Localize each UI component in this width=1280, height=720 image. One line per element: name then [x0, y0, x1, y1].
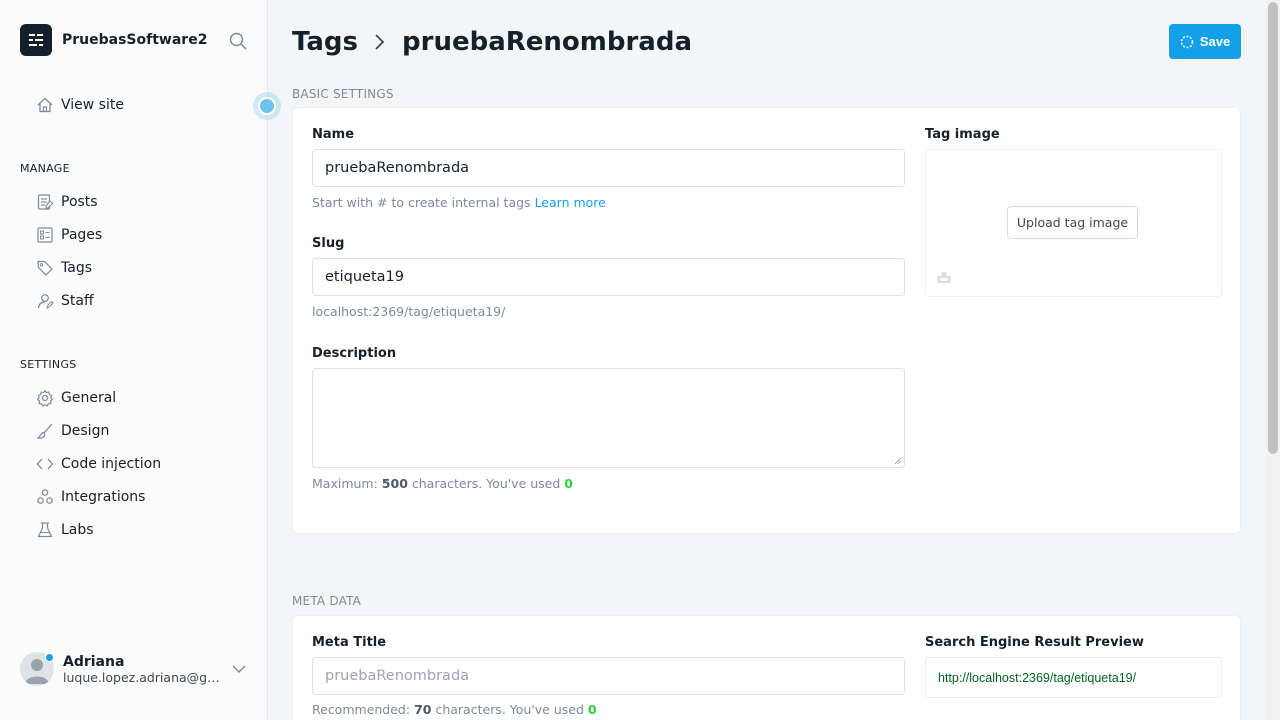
name-input[interactable]: pruebaRenombrada [312, 149, 905, 187]
meta-title-input[interactable]: pruebaRenombrada [312, 657, 905, 695]
sidebar-item-label: Labs [61, 522, 94, 538]
sidebar-item-staff[interactable]: Staff [36, 291, 94, 311]
flask-icon [37, 522, 53, 538]
serp-url: http://localhost:2369/tag/etiqueta19/ [938, 670, 1137, 685]
image-icon [937, 272, 951, 283]
description-count: 0 [564, 476, 573, 491]
description-hint: Maximum: 500 characters. You've used 0 [312, 476, 573, 491]
user-name: Adriana [63, 653, 125, 670]
slug-url: localhost:2369/tag/etiqueta19/ [312, 304, 506, 319]
home-icon [37, 97, 53, 113]
onboarding-pulse[interactable] [253, 92, 281, 120]
pages-icon [37, 227, 53, 243]
meta-title-hint: Recommended: 70 characters. You've used … [312, 702, 597, 717]
sidebar-item-integrations[interactable]: Integrations [36, 487, 145, 507]
description-textarea[interactable] [312, 368, 905, 468]
chevron-right-icon [375, 34, 385, 50]
sidebar-item-tags[interactable]: Tags [36, 258, 92, 278]
sidebar-item-code-injection[interactable]: Code injection [36, 454, 161, 474]
meta-title-label: Meta Title [312, 635, 387, 650]
notification-dot [45, 653, 54, 662]
slug-label: Slug [312, 236, 345, 251]
manage-section-label: MANAGE [20, 162, 70, 175]
scrollbar[interactable] [1266, 0, 1280, 720]
integrations-icon [37, 489, 53, 504]
tag-image-label: Tag image [925, 127, 1000, 142]
sidebar-item-label: View site [61, 97, 124, 113]
slug-input[interactable]: etiqueta19 [312, 258, 905, 296]
page-title: pruebaRenombrada [402, 27, 693, 57]
user-menu[interactable]: Adriana luque.lopez.adriana@gm... [20, 652, 252, 686]
sidebar-item-posts[interactable]: Posts [36, 192, 98, 212]
scrollbar-thumb[interactable] [1268, 2, 1278, 454]
sidebar-item-view-site[interactable]: View site [36, 95, 124, 115]
basic-settings-card: Name pruebaRenombrada Start with # to cr… [292, 107, 1241, 534]
tag-icon [37, 260, 53, 276]
name-hint: Start with # to create internal tags Lea… [312, 195, 606, 210]
upload-tag-image-button[interactable]: Upload tag image [1007, 206, 1138, 239]
sidebar-item-label: Code injection [61, 456, 162, 472]
spinner-icon [1180, 35, 1194, 48]
meta-data-card: Meta Title pruebaRenombrada Recommended:… [292, 615, 1241, 720]
breadcrumb: Tags pruebaRenombrada [292, 24, 692, 60]
sidebar-item-general[interactable]: General [36, 388, 116, 408]
sidebar-item-pages[interactable]: Pages [36, 225, 102, 245]
sidebar-item-label: Staff [61, 293, 94, 309]
sidebar-item-labs[interactable]: Labs [36, 520, 94, 540]
sidebar-item-label: Design [61, 423, 110, 439]
sidebar-item-label: Integrations [61, 489, 146, 505]
brush-icon [36, 423, 53, 439]
site-brand[interactable]: PruebasSoftware2 [20, 24, 207, 56]
sidebar-item-label: General [61, 390, 117, 406]
sidebar-item-design[interactable]: Design [36, 421, 109, 441]
tag-image-dropzone[interactable]: Upload tag image [925, 149, 1222, 297]
sidebar-item-label: Pages [61, 227, 103, 243]
save-button-label: Save [1199, 34, 1231, 49]
site-logo-icon [20, 24, 52, 56]
sidebar-item-label: Posts [61, 194, 98, 210]
gear-icon [36, 389, 54, 407]
serp-preview: http://localhost:2369/tag/etiqueta19/ [925, 657, 1222, 698]
settings-section-label: SETTINGS [20, 358, 77, 371]
basic-settings-title: BASIC SETTINGS [292, 87, 394, 101]
staff-icon [37, 294, 54, 310]
search-icon[interactable] [228, 31, 248, 51]
sidebar: PruebasSoftware2 View site MANAGE Posts … [0, 0, 281, 720]
meta-data-title: META DATA [292, 594, 362, 608]
name-label: Name [312, 127, 355, 142]
code-icon [36, 458, 54, 470]
posts-icon [37, 194, 54, 210]
save-button[interactable]: Save [1169, 24, 1241, 59]
meta-title-count: 0 [587, 702, 597, 717]
learn-more-link[interactable]: Learn more [535, 195, 606, 210]
sidebar-item-label: Tags [61, 260, 92, 276]
user-email: luque.lopez.adriana@gm... [63, 669, 223, 685]
breadcrumb-parent-link[interactable]: Tags [292, 27, 358, 57]
site-name: PruebasSoftware2 [62, 32, 208, 48]
description-label: Description [312, 346, 397, 361]
serp-preview-label: Search Engine Result Preview [925, 635, 1144, 650]
chevron-down-icon[interactable] [231, 661, 247, 677]
resize-handle-icon[interactable] [894, 457, 902, 465]
